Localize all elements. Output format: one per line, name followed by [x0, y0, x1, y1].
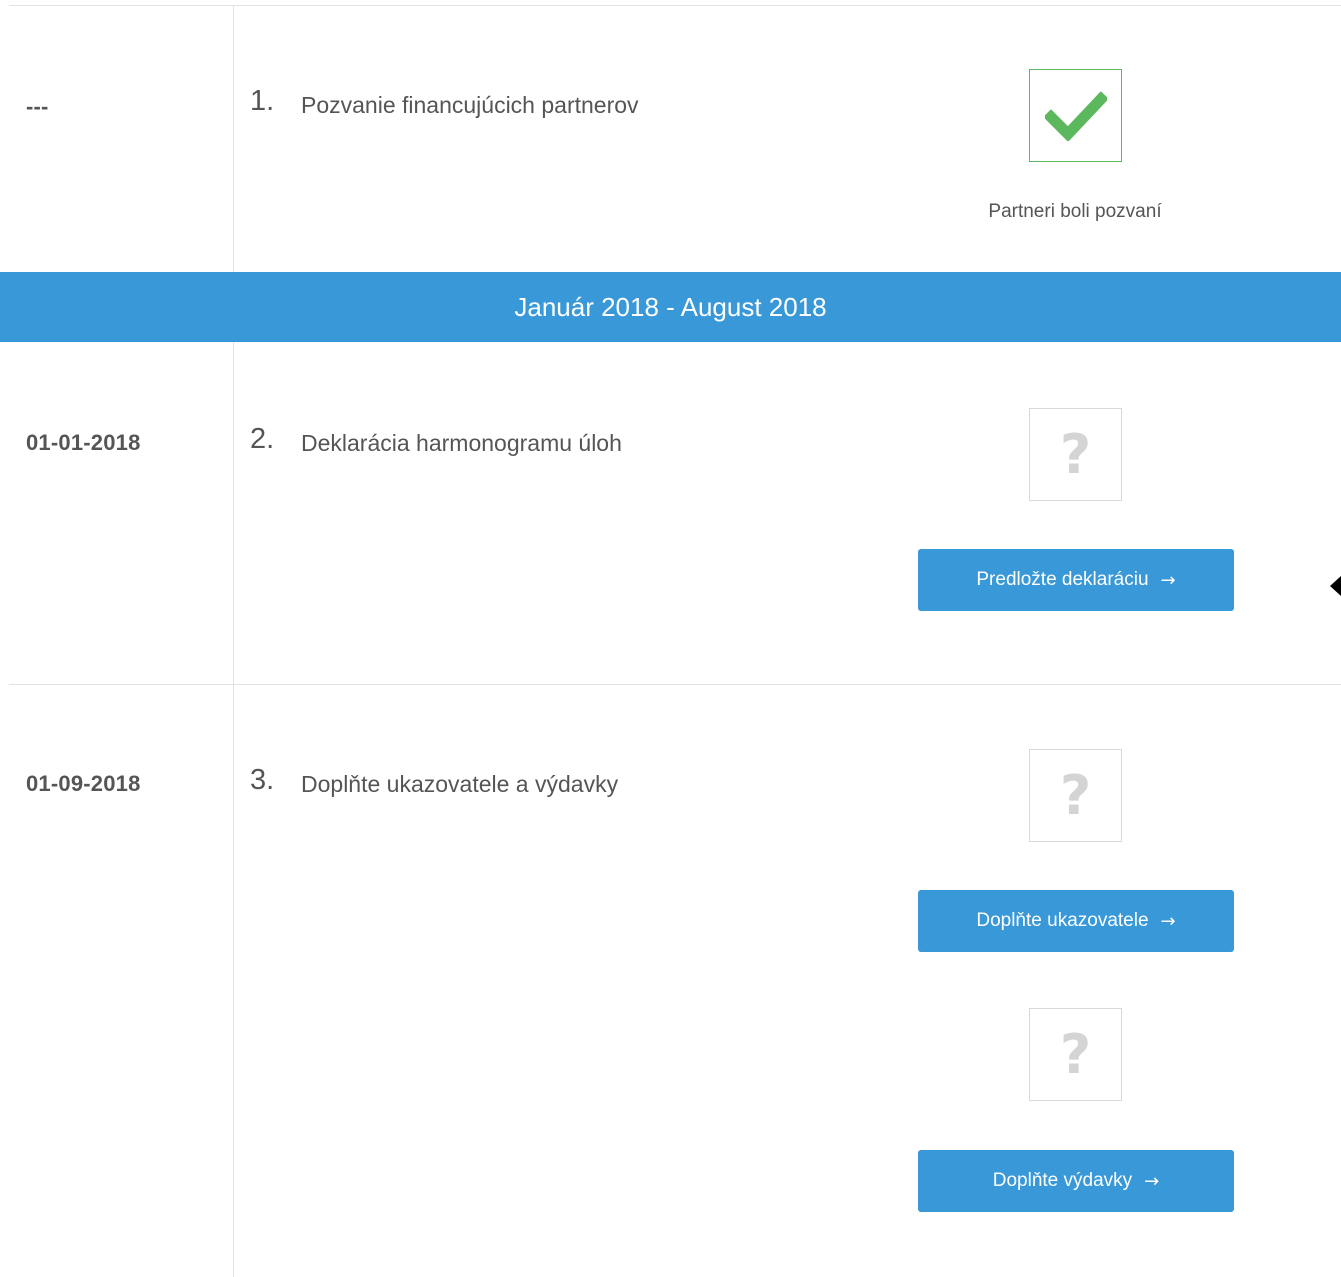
check-icon [1044, 90, 1107, 141]
step-title: Deklarácia harmonogramu úloh [301, 430, 622, 456]
step-number: 1. [250, 85, 275, 117]
question-icon: ? [1059, 763, 1092, 827]
fill-expenses-button[interactable]: Doplňte výdavky → [918, 1150, 1234, 1212]
question-icon: ? [1059, 1022, 1092, 1086]
question-icon: ? [1059, 422, 1092, 486]
step-date: --- [26, 94, 49, 119]
period-banner: Január 2018 - August 2018 [0, 272, 1341, 342]
top-divider [9, 5, 1341, 6]
fill-indicators-button[interactable]: Doplňte ukazovatele → [918, 890, 1234, 952]
step-title: Doplňte ukazovatele a výdavky [301, 771, 619, 797]
column-divider [233, 5, 234, 272]
arrow-right-icon: → [1144, 1170, 1160, 1192]
arrow-right-icon: → [1160, 910, 1176, 932]
button-label: Doplňte ukazovatele [976, 910, 1149, 931]
column-divider [233, 342, 234, 1277]
step-title: Pozvanie financujúcich partnerov [301, 92, 639, 118]
submit-declaration-button[interactable]: Predložte deklaráciu → [918, 549, 1234, 611]
status-box: ? [1029, 408, 1122, 501]
status-box: ? [1029, 1008, 1122, 1101]
step-date: 01-09-2018 [26, 771, 141, 796]
status-box [1029, 69, 1122, 162]
step-number: 3. [250, 764, 275, 796]
period-label: Január 2018 - August 2018 [514, 291, 827, 322]
step-number: 2. [250, 423, 275, 455]
caret-left-icon [1330, 576, 1341, 596]
arrow-right-icon: → [1160, 569, 1176, 591]
button-label: Predložte deklaráciu [976, 569, 1149, 590]
step-date: 01-01-2018 [26, 430, 141, 455]
status-text: Partneri boli pozvaní [988, 201, 1162, 222]
status-box: ? [1029, 749, 1122, 842]
button-label: Doplňte výdavky [992, 1170, 1133, 1191]
row-divider [9, 684, 1341, 685]
